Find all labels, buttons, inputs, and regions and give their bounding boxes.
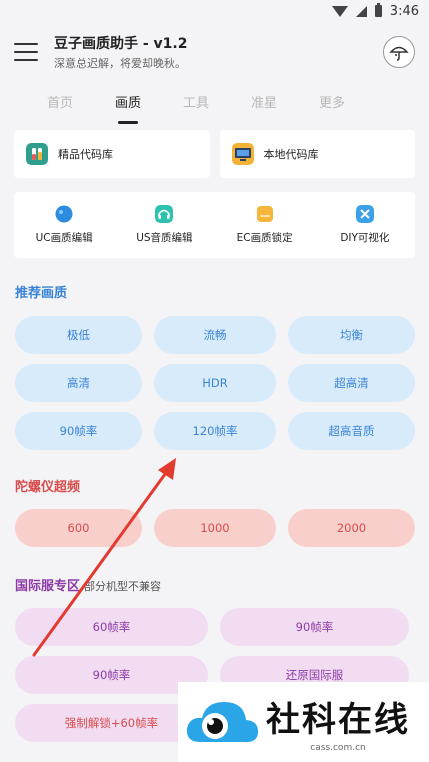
quality-option-hd[interactable]: 高清 [15, 364, 142, 402]
gyro-option-600[interactable]: 600 [15, 509, 142, 547]
computer-icon [231, 143, 254, 165]
us-audio-edit-button[interactable]: US音质编辑 [118, 205, 210, 245]
menu-icon[interactable] [14, 43, 38, 61]
headphones-icon [155, 205, 174, 223]
quality-option-ultra-audio[interactable]: 超高音质 [288, 412, 415, 450]
tab-bar: 首页 画质 工具 准星 更多 [0, 82, 429, 126]
tab-quality[interactable]: 画质 [94, 82, 162, 126]
app-titles: 豆子画质助手 - v1.2 深意总迟解，将爱却晚秋。 [54, 33, 383, 71]
wifi-icon [331, 5, 348, 17]
battery-icon [374, 3, 382, 17]
umbrella-icon [389, 46, 409, 61]
premium-code-lib-label: 精品代码库 [58, 148, 113, 161]
watermark-url: cass.com.cn [310, 742, 366, 753]
intl-section-note: 部分机型不兼容 [84, 580, 162, 593]
uc-quality-edit-label: UC画质编辑 [35, 232, 93, 244]
diy-visual-label: DIY可视化 [340, 232, 390, 244]
status-time: 3:46 [389, 3, 419, 19]
uc-quality-edit-button[interactable]: UC画质编辑 [18, 205, 110, 245]
watermark-text: 社科在线 cass.com.cn [266, 692, 410, 753]
quality-option-hdr[interactable]: HDR [154, 364, 276, 402]
watermark: 社科在线 cass.com.cn [178, 682, 429, 762]
palette-icon [55, 205, 73, 223]
quality-option-ultra-hd[interactable]: 超高清 [288, 364, 415, 402]
premium-code-lib-button[interactable]: 精品代码库 [14, 130, 210, 178]
intl-option-90fps-a[interactable]: 90帧率 [220, 608, 409, 646]
gyro-options: 600 1000 2000 [0, 509, 429, 547]
avatar[interactable] [383, 36, 415, 68]
intl-option-60fps[interactable]: 60帧率 [15, 608, 208, 646]
gyro-section-title: 陀螺仪超频 [15, 480, 81, 495]
tools-row: UC画质编辑 US音质编辑 EC画质锁定 DIY可视化 [14, 192, 415, 258]
tab-home[interactable]: 首页 [26, 82, 94, 126]
app-title: 豆子画质助手 - v1.2 [54, 36, 188, 52]
quality-option-120fps[interactable]: 120帧率 [154, 412, 276, 450]
quality-option-90fps[interactable]: 90帧率 [15, 412, 142, 450]
local-code-lib-label: 本地代码库 [263, 148, 319, 161]
tab-crosshair[interactable]: 准星 [230, 82, 298, 126]
signal-icon [355, 5, 367, 17]
tab-more[interactable]: 更多 [298, 82, 366, 126]
gyro-option-1000[interactable]: 1000 [154, 509, 276, 547]
cloud-logo-icon [186, 702, 259, 743]
local-code-lib-button[interactable]: 本地代码库 [219, 130, 415, 178]
intl-section-label: 国际服专区 [15, 579, 81, 594]
ec-quality-lock-label: EC画质锁定 [236, 232, 293, 244]
recommended-section-title: 推荐画质 [15, 286, 68, 301]
tab-tools[interactable]: 工具 [162, 82, 230, 126]
recommended-options: 极低 流畅 均衡 高清 HDR 超高清 90帧率 120帧率 超高音质 [0, 316, 429, 450]
us-audio-edit-label: US音质编辑 [136, 232, 193, 244]
ec-quality-lock-button[interactable]: EC画质锁定 [219, 205, 311, 245]
flask-icon [26, 143, 48, 165]
puzzle-icon [355, 205, 374, 223]
code-library-row: 精品代码库 本地代码库 [0, 130, 429, 178]
intl-section-title: 国际服专区 部分机型不兼容 [0, 575, 429, 594]
watermark-name: 社科在线 [266, 699, 410, 740]
status-bar: 3:46 [0, 0, 429, 22]
app-bar: 豆子画质助手 - v1.2 深意总迟解，将爱却晚秋。 [0, 22, 429, 82]
app-subtitle: 深意总迟解，将爱却晚秋。 [54, 57, 186, 70]
gyro-option-2000[interactable]: 2000 [288, 509, 415, 547]
diy-visual-button[interactable]: DIY可视化 [319, 205, 411, 245]
quality-option-smooth[interactable]: 流畅 [154, 316, 276, 354]
quality-option-very-low[interactable]: 极低 [15, 316, 142, 354]
quality-option-balanced[interactable]: 均衡 [288, 316, 415, 354]
folder-icon [256, 206, 273, 222]
